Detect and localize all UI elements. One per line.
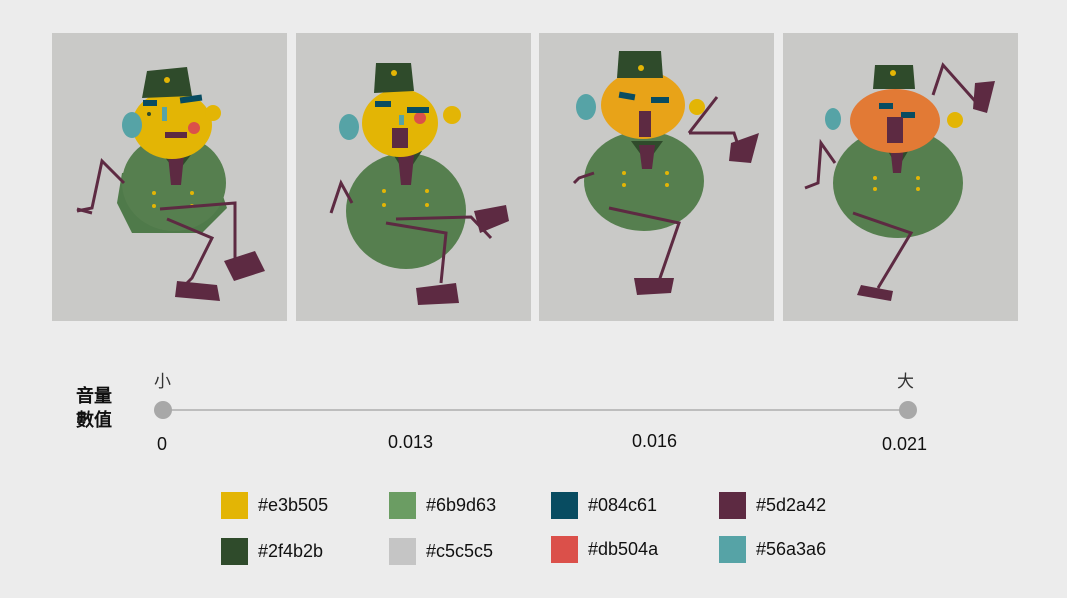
color-swatch — [719, 535, 746, 563]
tick-label: 0.021 — [882, 434, 928, 454]
color-hex-label: #e3b505 — [258, 494, 329, 515]
frame-2-character — [296, 33, 531, 321]
color-hex-label: #db504a — [588, 538, 659, 559]
scale-end-large: 大 — [897, 372, 914, 392]
tick-label: 0.013 — [388, 432, 434, 452]
volume-label-line-2: 數值 — [76, 410, 112, 431]
color-hex-label: #2f4b2b — [258, 540, 324, 561]
legend-item: #db504a — [551, 535, 658, 563]
color-legend: #e3b505 #6b9d63 #084c61 #5d2a42 #2f4b2b … — [221, 491, 861, 571]
legend-item: #2f4b2b — [221, 537, 323, 565]
slider-handle-min[interactable] — [154, 401, 172, 419]
tick-label: 0.016 — [632, 431, 678, 451]
color-hex-label: #5d2a42 — [756, 494, 827, 515]
color-swatch — [551, 491, 578, 519]
slider-handle-max[interactable] — [899, 401, 917, 419]
tick-label: 0 — [157, 434, 168, 454]
frame-3-character — [539, 33, 774, 321]
legend-item: #6b9d63 — [389, 491, 496, 519]
color-swatch — [551, 535, 578, 563]
character-illustration-2 — [329, 63, 509, 305]
color-swatch — [719, 491, 746, 519]
volume-slider-track[interactable] — [163, 409, 908, 411]
legend-item: #e3b505 — [221, 491, 328, 519]
animation-frames — [52, 33, 1019, 322]
character-illustration-3 — [572, 51, 759, 295]
character-illustration-1 — [76, 67, 265, 301]
color-swatch — [221, 491, 248, 519]
scale-end-small: 小 — [154, 372, 171, 392]
volume-label-line-1: 音量 — [76, 386, 112, 407]
color-swatch — [389, 537, 416, 565]
character-illustration-4 — [804, 62, 995, 301]
color-hex-label: #6b9d63 — [426, 494, 497, 515]
frame-1-character — [52, 33, 287, 321]
legend-item: #084c61 — [551, 491, 657, 519]
color-hex-label: #084c61 — [588, 494, 658, 515]
color-swatch — [221, 537, 248, 565]
color-swatch — [389, 491, 416, 519]
legend-item: #56a3a6 — [719, 535, 826, 563]
legend-item: #c5c5c5 — [389, 537, 493, 565]
volume-value-label: 音量 數值 — [76, 385, 120, 433]
frame-4-character — [783, 33, 1018, 321]
color-hex-label: #c5c5c5 — [426, 540, 494, 561]
color-hex-label: #56a3a6 — [756, 538, 827, 559]
legend-item: #5d2a42 — [719, 491, 826, 519]
